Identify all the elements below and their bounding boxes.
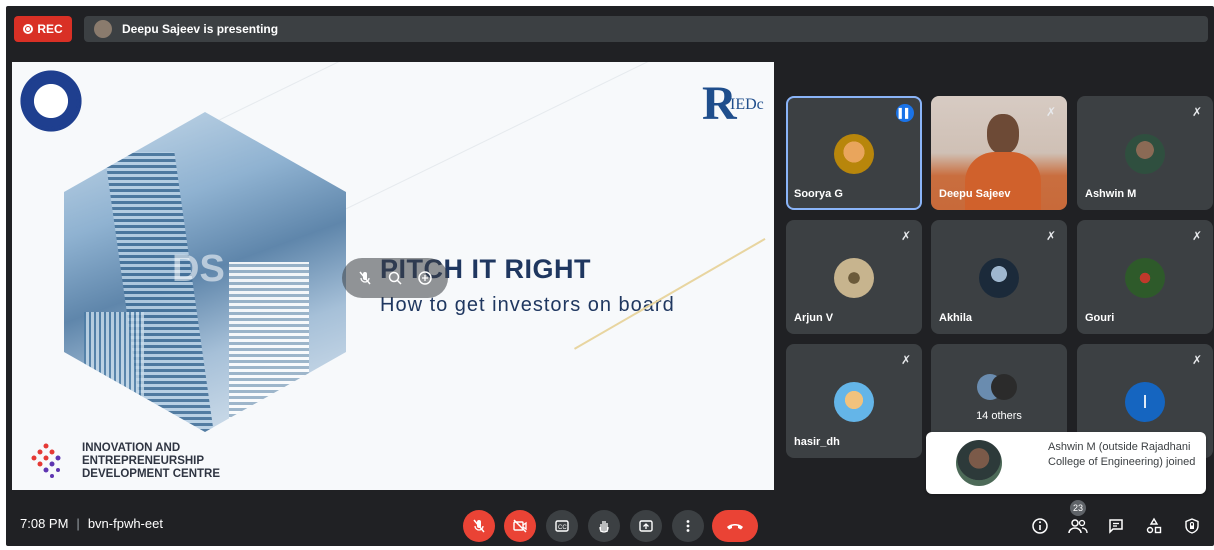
captions-button[interactable]: CC (546, 510, 578, 542)
avatar (1125, 258, 1165, 298)
shield-lock-icon (1185, 518, 1199, 534)
meeting-info: 7:08 PM | bvn-fpwh-eet (20, 516, 163, 531)
camera-off-icon (513, 519, 527, 533)
participant-name: hasir_dh (794, 436, 840, 448)
join-notification: Ashwin M (outside Rajadhani College of E… (926, 432, 1206, 494)
mic-muted-icon: ✗ (1191, 353, 1203, 367)
hand-icon (599, 521, 609, 533)
avatar (834, 382, 874, 422)
participant-tile-deepu[interactable]: ✗ Deepu Sajeev (931, 96, 1067, 210)
org-name-line: DEVELOPMENT CENTRE (82, 468, 221, 480)
mic-muted-icon: ✗ (900, 353, 912, 367)
college-logo (18, 68, 84, 134)
avatar (956, 440, 1002, 486)
mic-off-icon (473, 519, 485, 533)
mic-muted-icon: ✗ (1191, 229, 1203, 243)
people-count-badge: 23 (1070, 500, 1086, 516)
zoom-icon[interactable] (386, 269, 404, 287)
hang-up-icon (727, 524, 743, 530)
org-name-line: INNOVATION AND (82, 442, 181, 454)
others-count: 14 others (976, 410, 1022, 422)
host-controls-button[interactable] (1182, 516, 1202, 536)
notification-text: Ashwin M (outside Rajadhani College of E… (1048, 441, 1196, 468)
avatar (979, 258, 1019, 298)
others-avatars (977, 374, 1017, 402)
mic-muted-icon: ✗ (900, 229, 912, 243)
people-icon (1068, 519, 1088, 534)
more-options-button[interactable] (672, 510, 704, 542)
presenter-avatar (94, 20, 112, 38)
chat-button[interactable] (1106, 516, 1126, 536)
svg-text:CC: CC (558, 525, 567, 531)
avatar (834, 134, 874, 174)
more-vertical-icon (686, 520, 690, 532)
record-icon (23, 24, 34, 34)
meet-window: REC Deepu Sajeev is presenting R IEDc DS… (6, 6, 1214, 546)
mic-off-icon[interactable] (356, 269, 374, 287)
present-icon (639, 520, 653, 532)
mic-muted-icon: ✗ (1045, 229, 1057, 243)
org-name-line: ENTREPRENEURSHIP (82, 455, 205, 467)
participant-tile-arjun[interactable]: ✗ Arjun V (786, 220, 922, 334)
mic-muted-icon: ✗ (1045, 105, 1057, 119)
meeting-details-button[interactable] (1030, 516, 1050, 536)
riedc-logo: R IEDc (702, 80, 764, 132)
camera-toggle-button[interactable] (504, 510, 536, 542)
participant-name: Arjun V (794, 312, 834, 324)
org-name: INNOVATION AND ENTREPRENEURSHIP DEVELOPM… (82, 442, 220, 481)
iedc-logo (24, 436, 70, 482)
shared-screen: R IEDc DS PITCH IT RIGHT How to get inve… (12, 62, 774, 490)
info-icon (1032, 518, 1048, 534)
leave-call-button[interactable] (712, 510, 758, 542)
activities-button[interactable] (1144, 516, 1164, 536)
presenting-text: Deepu Sajeev is presenting (122, 22, 279, 36)
raise-hand-button[interactable] (588, 510, 620, 542)
slide-watermark: DS (172, 248, 225, 290)
participant-name: Gouri (1085, 312, 1115, 324)
recording-indicator: REC (14, 16, 72, 42)
chat-icon (1109, 519, 1123, 534)
rec-label: REC (37, 22, 63, 36)
separator: | (76, 516, 80, 531)
participant-name: Soorya G (794, 188, 843, 200)
presenting-banner: Deepu Sajeev is presenting (84, 16, 1208, 42)
avatar (1125, 134, 1165, 174)
meeting-time: 7:08 PM (20, 516, 69, 531)
participant-tile-gouri[interactable]: ✗ Gouri (1077, 220, 1213, 334)
presentation-controls[interactable] (342, 258, 448, 298)
people-button[interactable] (1068, 516, 1088, 536)
riedc-logo-text: IEDc (730, 96, 764, 113)
mic-muted-icon: ✗ (1191, 105, 1203, 119)
present-button[interactable] (630, 510, 662, 542)
captions-icon: CC (555, 520, 569, 532)
participant-tile-ashwin[interactable]: ✗ Ashwin M (1077, 96, 1213, 210)
participant-name: Akhila (939, 312, 973, 324)
participant-tile-soorya[interactable]: ▌▌ Soorya G (786, 96, 922, 210)
mic-toggle-button[interactable] (463, 510, 495, 542)
participant-tile-akhila[interactable]: ✗ Akhila (931, 220, 1067, 334)
avatar-initial: I (1125, 382, 1165, 422)
meeting-code: bvn-fpwh-eet (87, 516, 163, 531)
participant-name: Deepu Sajeev (939, 188, 1011, 200)
participant-tile-hasir[interactable]: ✗ hasir_dh (786, 344, 922, 458)
activities-icon (1146, 517, 1162, 534)
screen-share-icon[interactable] (416, 269, 434, 287)
participant-name: Ashwin M (1085, 188, 1137, 200)
speaking-icon: ▌▌ (896, 104, 914, 122)
avatar (834, 258, 874, 298)
